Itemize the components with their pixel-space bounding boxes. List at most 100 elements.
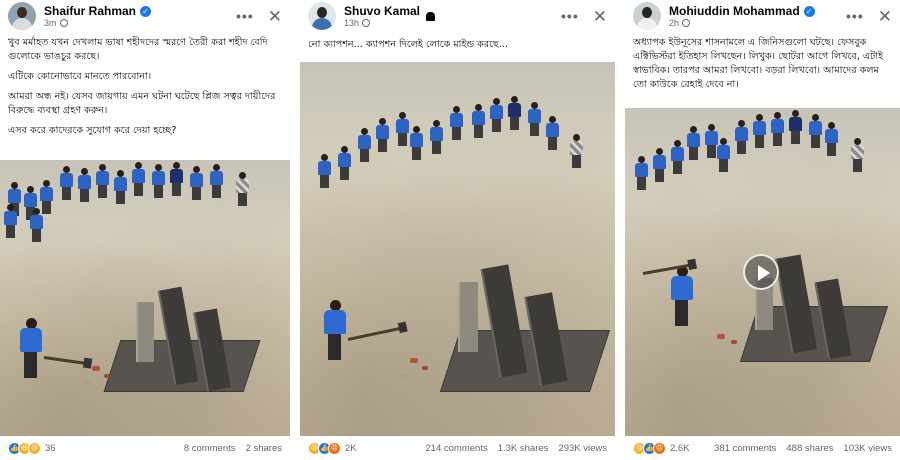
- sledgehammer: [347, 326, 404, 341]
- student-figure: [671, 140, 684, 174]
- reaction-summary[interactable]: 👍 😆 😢 36: [8, 441, 56, 455]
- author-name[interactable]: Shuvo Kamal: [344, 4, 420, 18]
- caption-paragraph: অধ্যাপক ইউনূসের শাসনামলে এ জিনিসগুলো ঘটছ…: [633, 37, 884, 90]
- student-figure: [152, 164, 165, 198]
- post-footer: 👍 😆 😢 36 8 comments 2 shares: [0, 436, 290, 460]
- student-figure: [210, 164, 223, 198]
- globe-icon: [59, 19, 68, 27]
- student-figure: [430, 120, 443, 154]
- verified-badge-icon: ✓: [803, 5, 815, 17]
- student-figure: [735, 120, 748, 154]
- student-figure: [653, 148, 666, 182]
- student-figure: [236, 172, 249, 206]
- sad-reaction-icon: 😢: [28, 441, 41, 455]
- post-header: Shuvo Kamal 13h ••• ✕: [300, 0, 615, 32]
- angry-reaction-icon: 😠: [328, 441, 341, 455]
- play-icon[interactable]: [743, 254, 779, 290]
- student-figure: [96, 164, 109, 198]
- reaction-count: 2K: [345, 442, 357, 454]
- comments-count[interactable]: 381 comments: [714, 443, 776, 454]
- avatar[interactable]: [308, 2, 336, 30]
- shares-count[interactable]: 2 shares: [246, 443, 282, 454]
- student-figure: [318, 154, 331, 188]
- student-figure: [376, 118, 389, 152]
- student-figure: [490, 98, 503, 132]
- post-caption: অধ্যাপক ইউনূসের শাসনামলে এ জিনিসগুলো ঘটছ…: [625, 36, 900, 108]
- comments-count[interactable]: 214 comments: [425, 443, 487, 454]
- rubble: [400, 374, 407, 378]
- author-name[interactable]: Mohiuddin Mohammad: [669, 4, 800, 18]
- globe-icon: [362, 19, 371, 27]
- views-count: 293K views: [558, 442, 607, 454]
- student-figure: [358, 128, 371, 162]
- reaction-count: 36: [45, 442, 56, 454]
- student-figure: [851, 138, 864, 172]
- student-figure: [825, 122, 838, 156]
- student-figure: [508, 96, 521, 130]
- student-figure: [809, 114, 822, 148]
- student-figure: [635, 156, 648, 190]
- post-video[interactable]: [0, 160, 290, 436]
- avatar[interactable]: [8, 2, 36, 30]
- rubble: [422, 366, 428, 370]
- student-figure: [60, 166, 73, 200]
- person-with-hammer: [669, 266, 699, 328]
- more-options-icon[interactable]: •••: [236, 8, 254, 24]
- globe-icon: [682, 19, 691, 27]
- student-figure: [771, 112, 784, 146]
- reaction-summary[interactable]: 😢 👍 😠 2.6K: [633, 441, 690, 455]
- verified-badge-icon: ✓: [140, 5, 152, 17]
- facebook-post-card: Mohiuddin Mohammad ✓ 2h ••• ✕ অধ্যাপক ইউ…: [625, 0, 900, 460]
- post-caption: খুব মর্মাহত যখন দেখলাম ভাষা শহীদদের স্মর…: [0, 36, 290, 161]
- caption-paragraph: এসব করে কাদেরকে সুযোগ করে দেয়া হচ্ছে?: [8, 125, 177, 136]
- student-figure: [753, 114, 766, 148]
- person-with-hammer: [322, 300, 352, 362]
- post-caption: নো ক্যাপশন... ক্যাপশন দিলেই লোকে মাইন্ড …: [300, 38, 615, 60]
- views-count: 103K views: [843, 442, 892, 454]
- student-figure: [528, 102, 541, 136]
- author-name[interactable]: Shaifur Rahman: [44, 4, 136, 18]
- student-figure: [114, 170, 127, 204]
- post-video[interactable]: [300, 62, 615, 436]
- broken-pillar: [136, 302, 154, 362]
- student-figure: [30, 208, 43, 242]
- rubble: [84, 380, 91, 384]
- rubble: [104, 374, 110, 378]
- shares-count[interactable]: 1.3K shares: [498, 443, 549, 454]
- student-figure: [78, 168, 91, 202]
- close-icon[interactable]: ✕: [593, 8, 607, 25]
- reaction-summary[interactable]: 😢 👍 😠 2K: [308, 441, 357, 455]
- post-video[interactable]: [625, 108, 900, 436]
- more-options-icon[interactable]: •••: [846, 8, 864, 24]
- student-figure: [687, 126, 700, 160]
- shares-count[interactable]: 488 shares: [786, 443, 833, 454]
- student-figure: [717, 138, 730, 172]
- facebook-post-card: Shaifur Rahman ✓ 3m ••• ✕ খুব মর্মাহত যখ…: [0, 0, 290, 460]
- avatar[interactable]: [633, 2, 661, 30]
- post-time[interactable]: 2h: [669, 18, 679, 28]
- sledgehammer: [43, 356, 88, 366]
- facebook-post-card: Shuvo Kamal 13h ••• ✕ নো ক্যাপশন... ক্যা…: [300, 0, 615, 460]
- close-icon[interactable]: ✕: [268, 8, 282, 25]
- close-icon[interactable]: ✕: [878, 8, 892, 25]
- bell-icon[interactable]: [426, 11, 436, 21]
- student-figure: [410, 126, 423, 160]
- student-figure: [132, 162, 145, 196]
- comments-count[interactable]: 8 comments: [184, 443, 236, 454]
- post-footer: 😢 👍 😠 2K 214 comments 1.3K shares 293K v…: [300, 436, 615, 460]
- student-figure: [570, 134, 583, 168]
- rubble: [731, 340, 737, 344]
- rubble: [410, 358, 418, 363]
- rubble: [717, 334, 725, 339]
- post-time[interactable]: 13h: [344, 18, 359, 28]
- student-figure: [170, 162, 183, 196]
- student-figure: [396, 112, 409, 146]
- student-figure: [450, 106, 463, 140]
- student-figure: [338, 146, 351, 180]
- caption-paragraph: আমরা অন্ধ নই। যেসব জায়গায় এমন ঘটনা ঘটে…: [8, 91, 276, 116]
- more-options-icon[interactable]: •••: [561, 8, 579, 24]
- post-header: Mohiuddin Mohammad ✓ 2h ••• ✕: [625, 0, 900, 32]
- post-time[interactable]: 3m: [44, 18, 57, 28]
- student-figure: [546, 116, 559, 150]
- post-footer: 😢 👍 😠 2.6K 381 comments 488 shares 103K …: [625, 436, 900, 460]
